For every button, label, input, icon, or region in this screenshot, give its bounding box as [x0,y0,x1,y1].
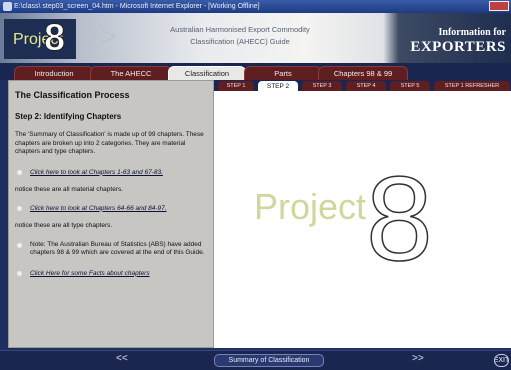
previous-button[interactable]: << [116,353,128,364]
bullet-icon [17,242,22,248]
left-info-panel: The Classification Process Step 2: Ident… [8,80,214,348]
type-note: notice these are all type chapters. [15,221,113,229]
project8-logo: Project 8 [4,19,76,59]
main-tab-bar: Introduction The AHECC Classification Pa… [0,63,511,80]
step-1-tab[interactable]: STEP 1 [218,81,254,91]
browser-icon [3,2,12,11]
tab-the-ahecc[interactable]: The AHECC [90,66,172,80]
exit-button[interactable]: EXIT [494,354,509,367]
chapter-facts-link[interactable]: Click Here for some Facts about chapters [30,270,150,277]
step-2-tab[interactable]: STEP 2 [258,81,298,91]
intro-text: The 'Summary of Classification' is made … [15,131,204,155]
link-row-material: Click here to look at Chapters 1-63 and … [15,169,207,176]
bullet-icon [17,205,22,211]
watermark-number: 8 [365,152,433,286]
tab-parts[interactable]: Parts [244,66,322,80]
step-3-tab[interactable]: STEP 3 [302,81,342,91]
abs-note-row: Note: The Australian Bureau of Statistic… [15,241,207,258]
step-1-refresher-tab[interactable]: STEP 1 REFRESHER [434,81,510,91]
next-button[interactable]: >> [412,353,424,364]
material-chapters-link[interactable]: Click here to look at Chapters 1-63 and … [30,169,163,176]
abs-note: Note: The Australian Bureau of Statistic… [30,240,205,257]
link-row-facts: Click Here for some Facts about chapters [15,270,207,277]
bullet-icon [17,169,22,175]
exporters-badge: Information for EXPORTERS [392,27,506,56]
badge-line1: Information for [438,27,507,38]
step-title: Step 2: Identifying Chapters [15,112,122,121]
chevrons-decoration: >> [88,21,116,51]
watermark-word: Project [254,186,367,227]
step-4-tab[interactable]: STEP 4 [346,81,386,91]
badge-line2: EXPORTERS [410,39,506,55]
panel-heading: The Classification Process [15,90,130,100]
header-banner: Project 8 >> Australian Harmonised Expor… [0,13,511,63]
summary-of-classification-button[interactable]: Summary of Classification [214,354,324,367]
subtitle-line1: Australian Harmonised Export Commodity [170,25,310,34]
content-area: Project 8 [214,91,511,348]
tab-chapters-98-99[interactable]: Chapters 98 & 99 [318,66,408,80]
material-note: notice these are all material chapters. [15,185,124,193]
tab-classification[interactable]: Classification [168,66,246,80]
window-title-bar: E:\class\ step03_screen_04.htm - Microso… [0,0,511,13]
bullet-icon [17,270,22,276]
logo-number: 8 [43,17,66,59]
type-chapters-link[interactable]: Click here to look at Chapters 64-66 and… [30,205,167,212]
step-5-tab[interactable]: STEP 5 [390,81,430,91]
banner-subtitle: Australian Harmonised Export Commodity C… [150,24,330,48]
subtitle-line2: Classification (AHECC) Guide [190,37,290,46]
tab-introduction[interactable]: Introduction [14,66,94,80]
window-title: E:\class\ step03_screen_04.htm - Microso… [14,3,260,10]
window-close-button[interactable] [489,1,509,11]
link-row-type: Click here to look at Chapters 64-66 and… [15,205,207,212]
step-tab-bar: STEP 1 STEP 2 STEP 3 STEP 4 STEP 5 STEP … [214,80,511,91]
bottom-nav-bar: << Summary of Classification >> EXIT [0,350,511,370]
